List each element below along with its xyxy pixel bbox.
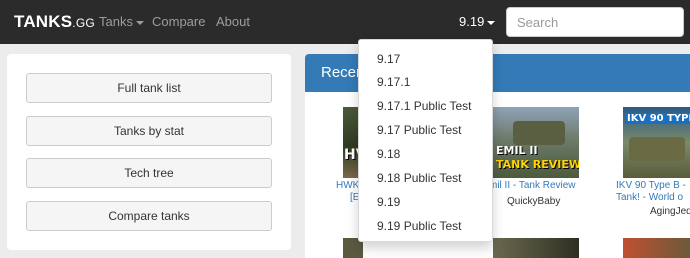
video-title-link[interactable]: HWK xyxy=(336,180,359,191)
version-option[interactable]: 9.17 xyxy=(377,52,400,66)
brand-main: TANKS xyxy=(14,12,73,31)
video-thumbnail[interactable]: EMIL II TANK REVIEW xyxy=(493,107,579,178)
version-option[interactable]: 9.19 xyxy=(377,195,400,209)
video-thumbnail[interactable] xyxy=(623,238,690,258)
thumbnail-caption: IKV 90 TYPE xyxy=(625,113,690,124)
nav-about-link[interactable]: About xyxy=(216,14,250,29)
thumbnail-caption-secondary: TANK REVIEW xyxy=(496,158,579,171)
tank-silhouette xyxy=(629,137,685,161)
navbar: TANKS.GG Tanks Compare About 9.19 xyxy=(0,0,690,44)
video-channel: QuickyBaby xyxy=(507,196,561,207)
video-thumbnail[interactable] xyxy=(493,238,579,258)
video-title-link-line2[interactable]: Tank! - World o xyxy=(616,192,683,203)
version-option[interactable]: 9.17.1 xyxy=(377,75,410,89)
version-option[interactable]: 9.19 Public Test xyxy=(377,219,462,233)
nav-compare-link[interactable]: Compare xyxy=(152,14,205,29)
tanks-by-stat-button[interactable]: Tanks by stat xyxy=(26,116,272,146)
version-dropdown-menu: 9.17 9.17.1 9.17.1 Public Test 9.17 Publ… xyxy=(358,39,493,242)
quick-links-panel: Full tank list Tanks by stat Tech tree C… xyxy=(7,54,291,250)
version-option[interactable]: 9.18 Public Test xyxy=(377,171,462,185)
video-title-link[interactable]: mil II - Tank Review xyxy=(489,180,576,191)
tanks-menu-toggle[interactable]: Tanks xyxy=(99,14,144,29)
brand-logo[interactable]: TANKS.GG xyxy=(14,12,95,32)
chevron-down-icon xyxy=(487,20,496,25)
version-option[interactable]: 9.17 Public Test xyxy=(377,123,462,137)
version-dropdown-toggle[interactable]: 9.19 xyxy=(459,14,496,29)
thumbnail-caption: EMIL II xyxy=(496,144,538,157)
tanks-menu-label: Tanks xyxy=(99,14,133,29)
video-title-link[interactable]: IKV 90 Type B - xyxy=(616,180,686,191)
full-tank-list-button[interactable]: Full tank list xyxy=(26,73,272,103)
brand-suffix: .GG xyxy=(72,16,95,30)
video-channel: AgingJed xyxy=(650,206,690,217)
tank-silhouette xyxy=(513,121,565,145)
compare-tanks-button[interactable]: Compare tanks xyxy=(26,201,272,231)
version-option[interactable]: 9.18 xyxy=(377,147,400,161)
version-option[interactable]: 9.17.1 Public Test xyxy=(377,99,472,113)
search-input[interactable] xyxy=(506,7,684,37)
tech-tree-button[interactable]: Tech tree xyxy=(26,158,272,188)
chevron-down-icon xyxy=(135,20,144,25)
video-thumbnail[interactable]: IKV 90 TYPE xyxy=(623,107,690,178)
version-label: 9.19 xyxy=(459,14,485,29)
